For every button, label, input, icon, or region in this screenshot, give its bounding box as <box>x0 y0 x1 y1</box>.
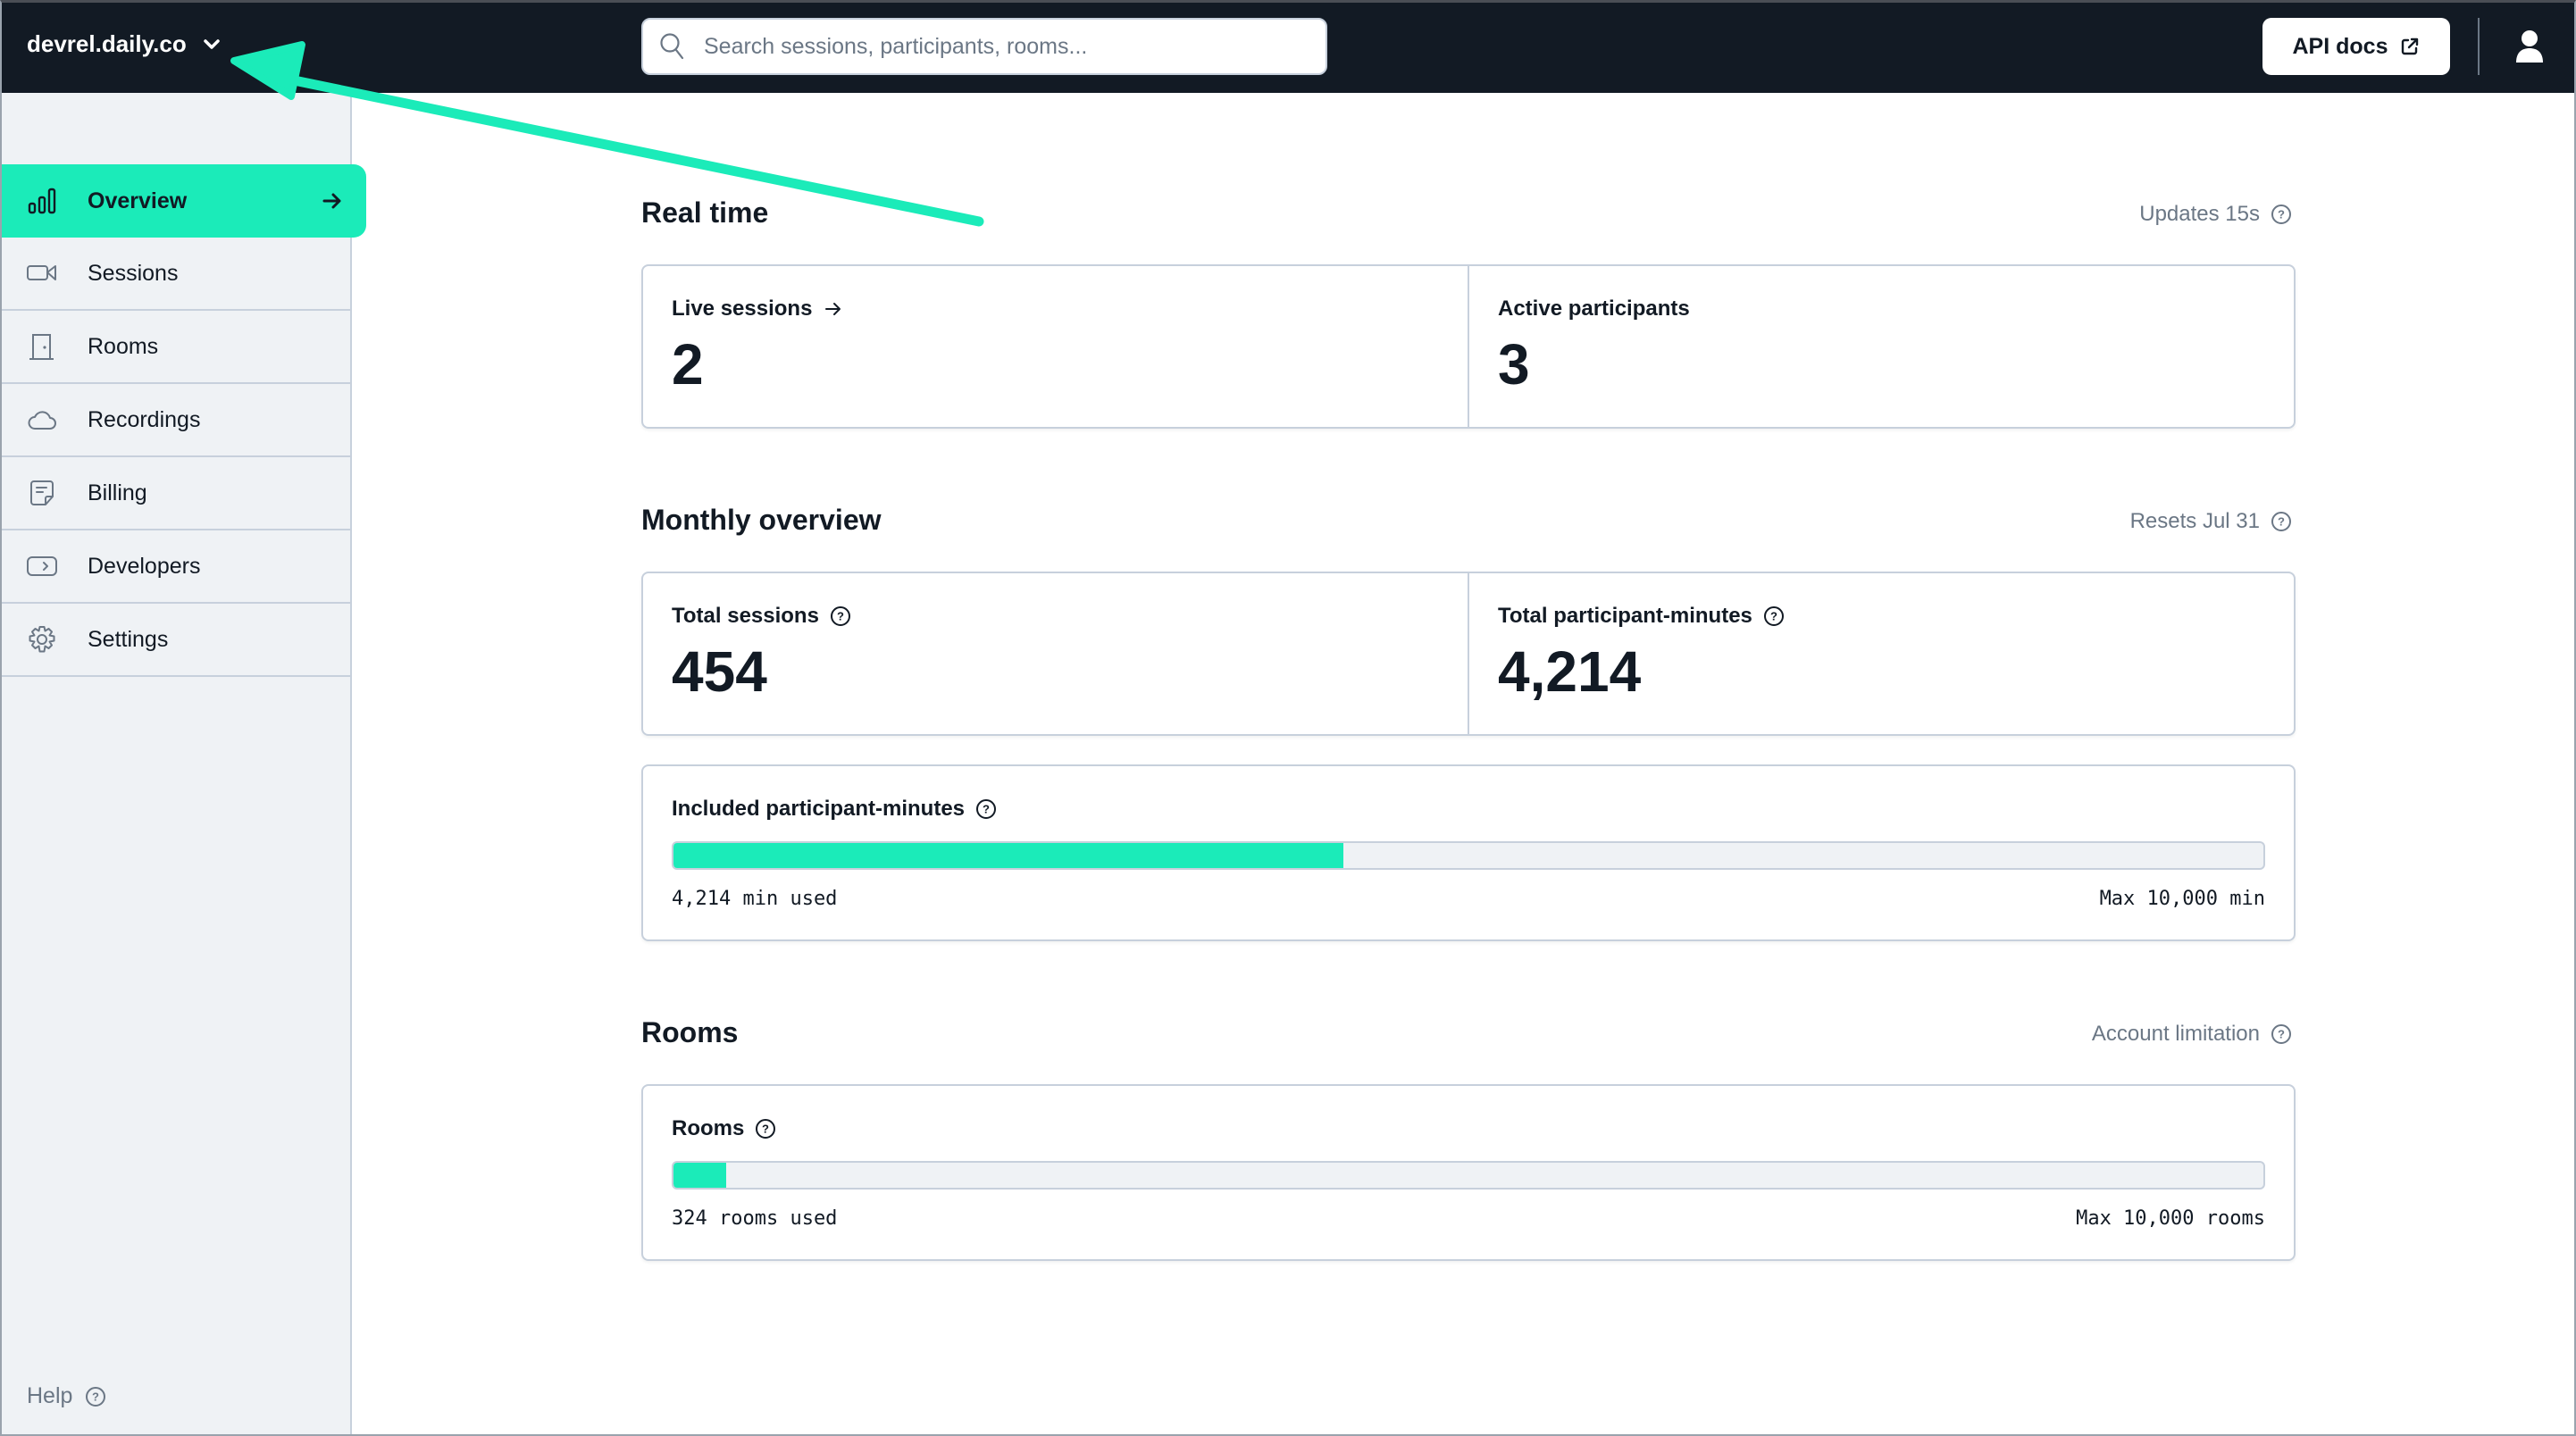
window-frame <box>0 0 2576 1436</box>
